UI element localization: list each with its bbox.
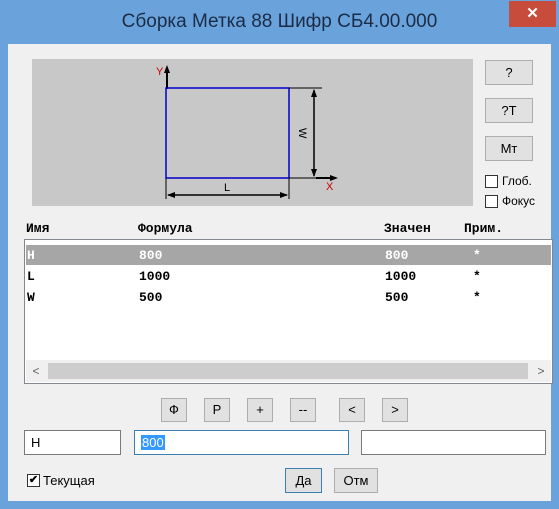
glob-label: Глоб.	[502, 174, 532, 188]
cell-value: 800	[385, 248, 409, 263]
cell-value: 500	[385, 290, 409, 305]
dialog-body: Y W L X ? ?T Мт Глоб. Фокус Имя Формула …	[8, 44, 553, 501]
dialog-window: Сборка Метка 88 Шифр СБ4.00.000 ✕ Y W L …	[0, 0, 559, 509]
scroll-right-icon[interactable]: >	[533, 362, 549, 380]
mt-button[interactable]: Мт	[485, 136, 533, 161]
l-arrow-right	[280, 192, 288, 198]
parameter-list[interactable]: H 800 800 * L 1000 1000 * W 500 500 * < …	[24, 239, 553, 384]
cell-value: 1000	[385, 269, 417, 284]
header-formula[interactable]: Формула	[138, 221, 193, 236]
header-note[interactable]: Прим.	[464, 221, 503, 236]
formula-field-selection: 800	[141, 435, 165, 450]
dim-l-label: L	[224, 182, 230, 194]
horizontal-scrollbar[interactable]: < >	[26, 360, 551, 382]
current-label: Текущая	[43, 473, 95, 488]
focus-checkbox[interactable]	[485, 195, 498, 208]
cell-name: H	[27, 248, 35, 263]
axis-x-label: X	[326, 181, 334, 193]
next-button[interactable]: >	[382, 398, 408, 422]
cell-formula: 500	[139, 290, 163, 305]
scroll-thumb[interactable]	[48, 363, 528, 379]
header-name[interactable]: Имя	[26, 221, 49, 236]
scroll-left-icon[interactable]: <	[28, 362, 44, 380]
prev-button[interactable]: <	[339, 398, 365, 422]
title-bar[interactable]: Сборка Метка 88 Шифр СБ4.00.000 ✕	[0, 0, 559, 44]
cell-name: W	[27, 290, 35, 305]
cell-formula: 1000	[139, 269, 171, 284]
cell-note: *	[473, 290, 481, 305]
close-button[interactable]: ✕	[509, 1, 556, 27]
l-arrow-left	[167, 192, 175, 198]
cell-note: *	[473, 269, 481, 284]
shape-preview: Y W L X	[32, 59, 473, 206]
header-value[interactable]: Значен	[384, 221, 431, 236]
table-row[interactable]: W 500 500 *	[26, 287, 551, 307]
current-checkbox[interactable]: ✔	[27, 474, 40, 487]
w-arrow-bottom	[311, 169, 317, 177]
remove-button[interactable]: --	[290, 398, 316, 422]
name-field[interactable]: H	[24, 430, 121, 455]
part-outline	[165, 87, 290, 179]
cell-name: L	[27, 269, 35, 284]
glob-checkbox[interactable]	[485, 175, 498, 188]
w-arrow-top	[311, 89, 317, 97]
ok-button[interactable]: Да	[285, 468, 322, 493]
window-title: Сборка Метка 88 Шифр СБ4.00.000	[121, 11, 438, 32]
preview-drawing: Y W L X	[156, 65, 338, 199]
focus-label: Фокус	[502, 194, 536, 208]
cell-formula: 800	[139, 248, 163, 263]
table-row[interactable]: L 1000 1000 *	[26, 266, 551, 286]
axis-y-label: Y	[156, 66, 164, 78]
table-row[interactable]: H 800 800 *	[26, 245, 551, 265]
cancel-button[interactable]: Отм	[334, 468, 378, 493]
dim-w-label: W	[296, 128, 308, 139]
add-button[interactable]: +	[247, 398, 273, 422]
help-t-button[interactable]: ?T	[485, 98, 533, 123]
r-button[interactable]: Р	[204, 398, 230, 422]
formula-button[interactable]: Ф	[161, 398, 187, 422]
cell-note: *	[473, 248, 481, 263]
formula-field[interactable]: 800	[134, 430, 349, 455]
note-field[interactable]	[361, 430, 546, 455]
help-button[interactable]: ?	[485, 60, 533, 85]
y-axis-arrowhead	[164, 65, 170, 73]
